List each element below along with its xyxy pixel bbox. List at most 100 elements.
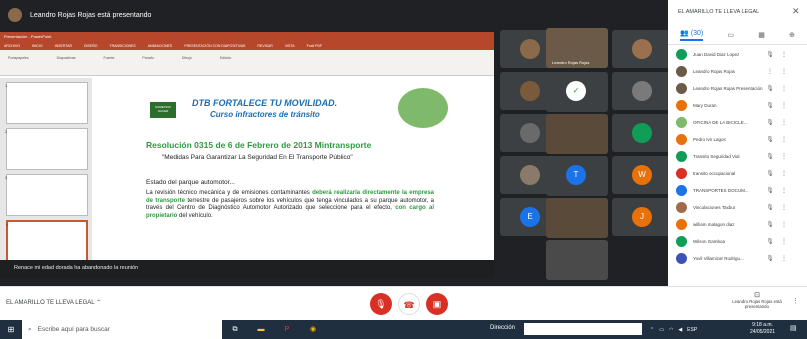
more-icon[interactable]: ⋮	[777, 187, 791, 194]
windows-start-icon[interactable]: ⊞	[0, 320, 22, 339]
more-icon[interactable]: ⋮	[777, 170, 791, 177]
participant-row[interactable]: Mary Duran 🎙 ⋮	[668, 97, 807, 114]
language-indicator[interactable]: ESP	[687, 327, 697, 333]
tile-name: Leandro Rojas Rojas	[552, 60, 590, 65]
participant-row[interactable]: Leandro Rojas Rojas ⋮ ⋮	[668, 63, 807, 80]
more-icon[interactable]: ⋮	[777, 255, 791, 262]
body-text: del vehículo.	[177, 212, 213, 219]
mic-off-icon: 🎙	[766, 137, 774, 143]
video-tile[interactable]	[612, 72, 672, 110]
initial-avatar: E	[520, 207, 540, 227]
video-tile[interactable]	[546, 240, 608, 280]
taskbar-clock[interactable]: 9:18 a.m. 24/05/2021	[750, 322, 775, 335]
slide-body: La revisión técnico mecánica y de emisio…	[146, 190, 434, 220]
initial-avatar: W	[632, 165, 652, 185]
video-tile[interactable]: J	[612, 198, 672, 236]
more-icon[interactable]: ⋮	[777, 51, 791, 58]
wifi-icon[interactable]: ◠	[669, 327, 673, 333]
logo-avatar: ✓	[566, 81, 586, 101]
battery-icon[interactable]: ▭	[659, 327, 664, 333]
participant-row[interactable]: Juan David Diaz Lopez 🎙 ⋮	[668, 46, 807, 63]
participant-name: Transito Seguridad Vial	[693, 154, 740, 159]
slide-quote: "Medidas Para Garantizar La Seguridad En…	[162, 154, 353, 161]
clock-date: 24/05/2021	[750, 328, 776, 335]
participant-row[interactable]: transito occupacional 🎙 ⋮	[668, 165, 807, 182]
ppt-group: Dibujo	[181, 56, 192, 60]
more-icon[interactable]: ⋮	[777, 68, 791, 75]
tab-people[interactable]: 👥 (30)	[680, 29, 704, 41]
more-icon[interactable]: ⋮	[777, 221, 791, 228]
initial-avatar: J	[632, 207, 652, 227]
more-icon[interactable]: ⋮	[777, 204, 791, 211]
more-icon[interactable]: ⋮	[777, 136, 791, 143]
ppt-ribbon: Presentación - PowerPoint ARCHIVO INICIO…	[0, 32, 494, 76]
notifications-icon[interactable]: ▤	[790, 324, 797, 332]
slide-thumbnails: 1 2 3 4 5	[0, 78, 92, 270]
more-icon[interactable]: ⋮	[777, 119, 791, 126]
video-tile[interactable]	[612, 30, 672, 68]
ppt-tab: DISEÑO	[84, 44, 98, 48]
tab-chat[interactable]: ▭	[727, 31, 734, 39]
ppt-groups: Portapapeles Diapositivas Fuente Párrafo…	[0, 52, 494, 76]
video-tile-presenter[interactable]: Leandro Rojas Rojas	[546, 28, 608, 68]
participant-name: Mary Duran	[693, 103, 717, 108]
participant-row[interactable]: william malagon diaz 🎙 ⋮	[668, 216, 807, 233]
system-tray: ⌃ ▭ ◠ ◀ ESP	[650, 320, 697, 339]
ppt-group: Edición	[219, 56, 232, 60]
participant-row[interactable]: Transito Seguridad Vial 🎙 ⋮	[668, 148, 807, 165]
tray-chevron-icon[interactable]: ⌃	[650, 327, 654, 333]
ppt-tabs: ARCHIVO INICIO INSERTAR DISEÑO TRANSICIO…	[0, 42, 494, 50]
avatar	[676, 219, 687, 230]
ppt-group: Párrafo	[142, 56, 154, 60]
more-icon[interactable]: ⋮	[777, 238, 791, 245]
presentation-stage: Presentación - PowerPoint ARCHIVO INICIO…	[0, 32, 494, 270]
address-input[interactable]	[524, 323, 642, 335]
ppt-group: Diapositivas	[56, 56, 76, 60]
participant-avatar	[520, 123, 540, 143]
participant-row[interactable]: Leandro Rojas Rojas Presentación 🎙 ⋮	[668, 80, 807, 97]
volume-icon[interactable]: ◀	[678, 327, 682, 333]
mic-off-button[interactable]: 🎙	[370, 293, 392, 315]
taskbar-search[interactable]: ⌕ Escribe aquí para buscar	[22, 320, 222, 339]
participant-row[interactable]: Pedro Ivn Lagos 🎙 ⋮	[668, 131, 807, 148]
participant-name: Wilson Gamboa	[693, 239, 726, 244]
more-icon[interactable]: ⋮	[777, 85, 791, 92]
video-tile[interactable]: ✓	[546, 72, 608, 112]
participant-row[interactable]: Wilson Gamboa 🎙 ⋮	[668, 233, 807, 250]
more-icon[interactable]: ⋮	[777, 102, 791, 109]
more-options-icon[interactable]: ⋮	[792, 297, 799, 305]
video-tile[interactable]	[546, 198, 608, 238]
camera-off-button[interactable]: ▣	[426, 293, 448, 315]
video-tile[interactable]: T	[546, 156, 608, 196]
more-icon[interactable]: ⋮	[777, 153, 791, 160]
task-view-icon[interactable]: ⧉	[222, 320, 248, 339]
thumb-number: 2	[5, 129, 8, 134]
video-tile[interactable]	[546, 114, 608, 154]
video-tile[interactable]	[612, 114, 672, 152]
tab-activities[interactable]: ▦	[758, 31, 765, 39]
participant-row[interactable]: Yovil Villamizar Rodrigu... 🎙 ⋮	[668, 250, 807, 267]
file-explorer-icon[interactable]: ▬	[248, 320, 274, 339]
close-icon[interactable]: ✕	[792, 6, 800, 17]
avatar	[676, 151, 687, 162]
ppt-tab: VISTA	[284, 44, 295, 48]
participant-row[interactable]: TRANSPORTES DOCUM... 🎙 ⋮	[668, 182, 807, 199]
presenting-info[interactable]: ⊡ Leandro Rojas Rojas está presentando	[724, 291, 790, 309]
thumb-number: 4	[6, 222, 9, 227]
hangup-button[interactable]: ☎	[398, 293, 420, 315]
mic-off-icon: 🎙	[766, 205, 774, 211]
ppt-group: Fuente	[103, 56, 115, 60]
mic-off-icon: 🎙	[766, 256, 774, 262]
participant-row[interactable]: OFICINA DE LA BICICLE... 🎙 ⋮	[668, 114, 807, 131]
participant-row[interactable]: Vinculaciones Taxbur 🎙 ⋮	[668, 199, 807, 216]
participant-name: Yovil Villamizar Rodrigu...	[693, 256, 744, 261]
powerpoint-icon[interactable]: P	[274, 320, 300, 339]
bicycle-image	[398, 88, 448, 128]
meeting-name[interactable]: EL AMARILLO TE LLEVA LEGAL ⌃	[6, 299, 101, 306]
mic-off-icon: 🎙	[766, 222, 774, 228]
ppt-title: Presentación - PowerPoint	[0, 32, 494, 42]
video-tile[interactable]: W	[612, 156, 672, 194]
present-icon: ⊡	[754, 292, 760, 299]
tab-more[interactable]: ⊕	[789, 31, 795, 39]
chrome-icon[interactable]: ◉	[300, 320, 326, 339]
